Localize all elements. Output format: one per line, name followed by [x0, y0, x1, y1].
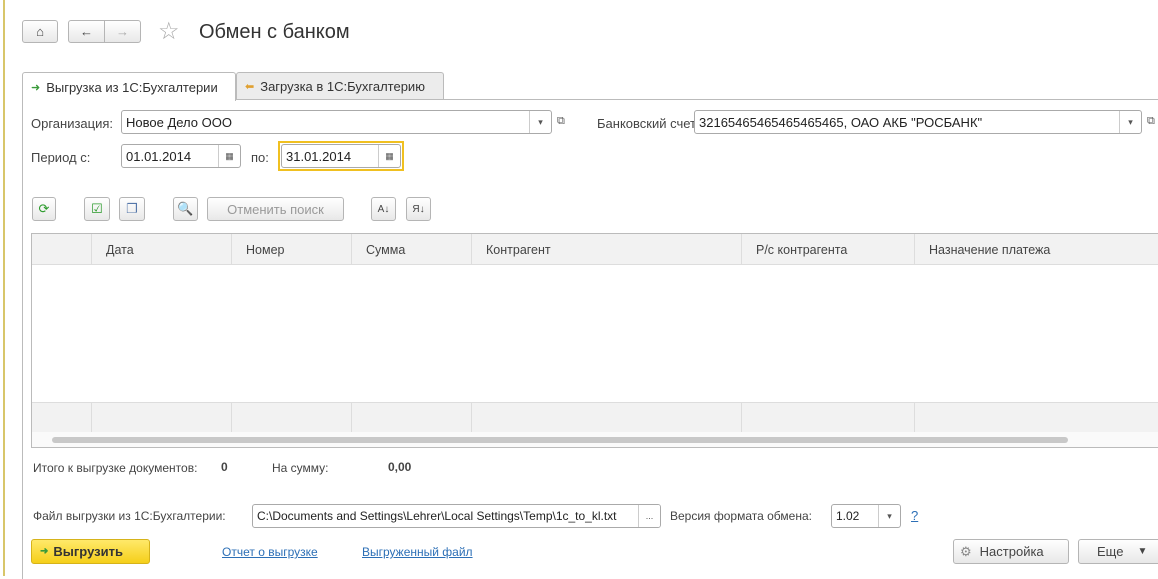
- home-button[interactable]: ⌂: [22, 20, 58, 43]
- back-button[interactable]: ←: [68, 20, 105, 43]
- export-arrow-icon: ➜: [31, 81, 41, 94]
- page-title: Обмен с банком: [199, 21, 350, 43]
- browse-button[interactable]: ...: [638, 505, 660, 527]
- settings-button[interactable]: ⚙ Настройка: [953, 539, 1069, 564]
- sum-value: 0,00: [388, 460, 412, 474]
- account-label: Банковский счет:: [597, 116, 700, 131]
- footer-cell: [232, 402, 352, 432]
- tab-export[interactable]: ➜ Выгрузка из 1С:Бухгалтерии: [22, 72, 236, 101]
- period-to-label: по:: [251, 150, 269, 165]
- col-account[interactable]: Р/с контрагента: [742, 234, 915, 265]
- tab-import[interactable]: ⬅ Загрузка в 1С:Бухгалтерию: [236, 72, 444, 99]
- scroll-thumb[interactable]: [52, 437, 1068, 443]
- footer-cell: [472, 402, 742, 432]
- docs-total-label: Итого к выгрузке документов:: [33, 461, 198, 475]
- file-path-field[interactable]: C:\Documents and Settings\Lehrer\Local S…: [252, 504, 661, 528]
- sum-label: На сумму:: [272, 461, 329, 475]
- col-sum[interactable]: Сумма: [352, 234, 472, 265]
- dropdown-icon[interactable]: ▾: [529, 111, 551, 133]
- calendar-icon[interactable]: ▦: [218, 145, 240, 167]
- version-label: Версия формата обмена:: [670, 509, 812, 523]
- documents-table[interactable]: Дата Номер Сумма Контрагент Р/с контраге…: [31, 233, 1158, 448]
- more-button[interactable]: Еще ▼: [1078, 539, 1158, 564]
- import-arrow-icon: ⬅: [245, 80, 255, 93]
- help-link[interactable]: ?: [911, 508, 918, 523]
- gear-icon: ⚙: [960, 543, 972, 559]
- dropdown-icon[interactable]: ▾: [1119, 111, 1141, 133]
- report-link[interactable]: Отчет о выгрузке: [222, 545, 318, 559]
- period-from-label: Период с:: [31, 150, 91, 165]
- chevron-down-icon: ▼: [1137, 546, 1148, 557]
- version-select[interactable]: 1.02 ▾: [831, 504, 901, 528]
- org-label: Организация:: [31, 116, 114, 131]
- horizontal-scrollbar[interactable]: [32, 432, 1158, 447]
- org-field[interactable]: Новое Дело ООО ▾: [121, 110, 552, 134]
- footer-cell: [92, 402, 232, 432]
- footer-cell: [742, 402, 915, 432]
- cancel-search-button[interactable]: Отменить поиск: [207, 197, 344, 221]
- period-from-field[interactable]: 01.01.2014 ▦: [121, 144, 241, 168]
- forward-button[interactable]: →: [104, 20, 141, 43]
- search-button[interactable]: 🔍: [173, 197, 198, 221]
- favorite-star-icon[interactable]: ☆: [158, 17, 180, 46]
- docs-total-value: 0: [221, 460, 228, 474]
- file-label: Файл выгрузки из 1С:Бухгалтерии:: [33, 509, 226, 523]
- calendar-icon[interactable]: ▦: [378, 145, 400, 167]
- account-field[interactable]: 32165465465465465465, ОАО АКБ "РОСБАНК" ▾: [694, 110, 1142, 134]
- col-contractor[interactable]: Контрагент: [472, 234, 742, 265]
- refresh-button[interactable]: ⟳: [32, 197, 56, 221]
- export-button[interactable]: ➜ Выгрузить: [31, 539, 150, 564]
- open-org-icon[interactable]: ⧉: [557, 115, 565, 128]
- sort-asc-button[interactable]: A↓: [371, 197, 396, 221]
- exported-file-link[interactable]: Выгруженный файл: [362, 545, 473, 559]
- col-number[interactable]: Номер: [232, 234, 352, 265]
- col-check[interactable]: [32, 234, 92, 265]
- left-edge: [3, 0, 5, 576]
- check-all-button[interactable]: ☑: [84, 197, 110, 221]
- dropdown-icon[interactable]: ▾: [878, 505, 900, 527]
- col-date[interactable]: Дата: [92, 234, 232, 265]
- open-account-icon[interactable]: ⧉: [1147, 115, 1155, 128]
- sort-desc-button[interactable]: Я↓: [406, 197, 431, 221]
- col-purpose[interactable]: Назначение платежа: [915, 234, 1158, 265]
- export-icon: ➜: [40, 546, 49, 557]
- footer-cell: [32, 402, 92, 432]
- uncheck-all-button[interactable]: ❐: [119, 197, 145, 221]
- footer-cell: [352, 402, 472, 432]
- period-to-field[interactable]: 31.01.2014 ▦: [281, 144, 401, 168]
